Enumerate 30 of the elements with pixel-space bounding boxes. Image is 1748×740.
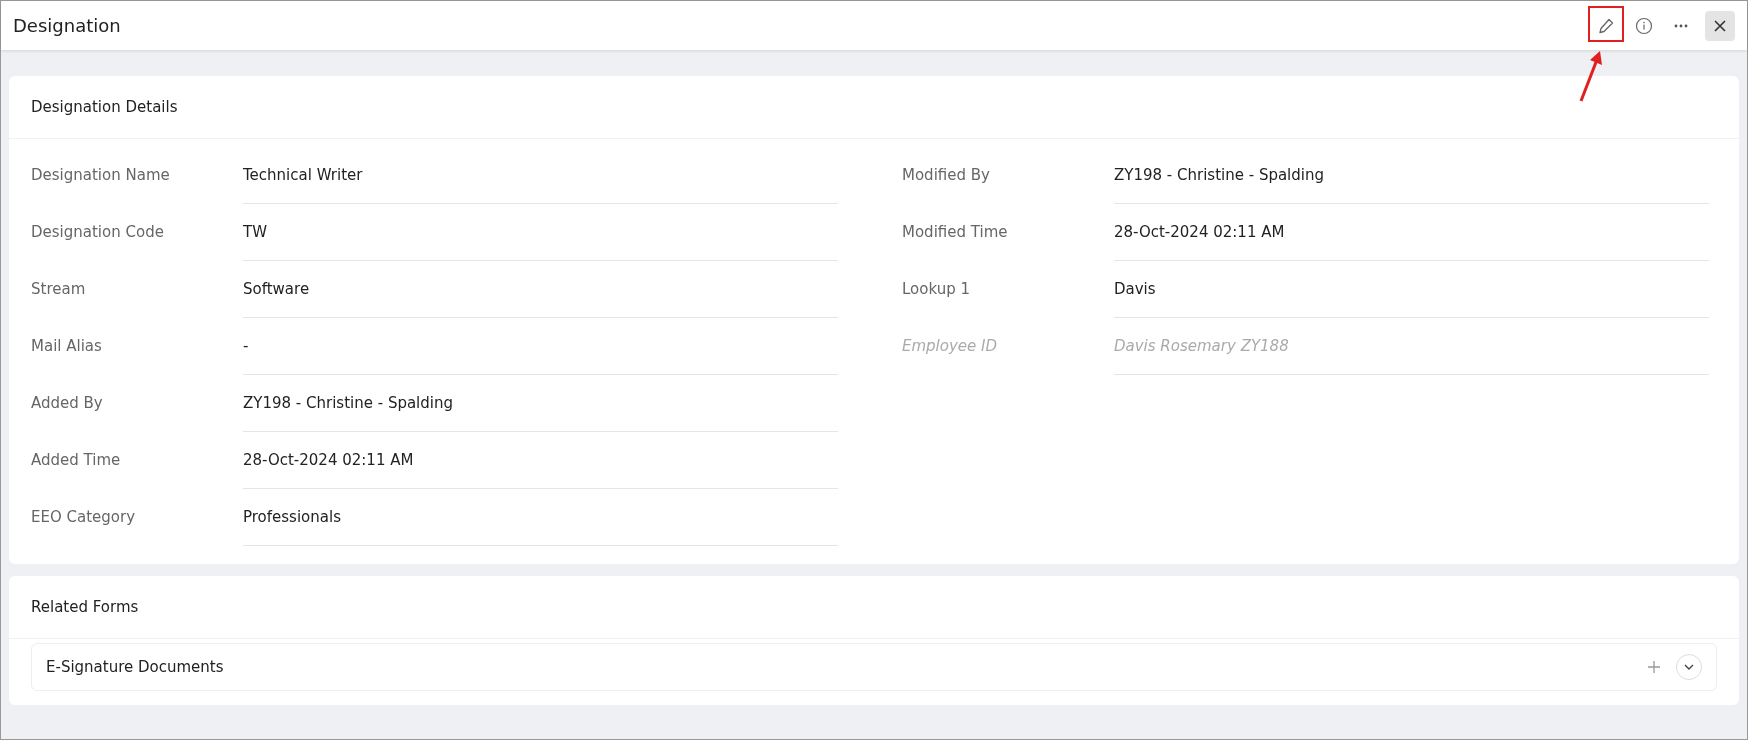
field-value: Technical Writer <box>243 147 838 204</box>
field-value: 28-Oct-2024 02:11 AM <box>243 432 838 489</box>
field-label: Stream <box>31 280 87 299</box>
field-value: Professionals <box>243 489 838 546</box>
close-button[interactable] <box>1705 10 1735 41</box>
field-label: Added Time <box>31 451 122 470</box>
field-label: Lookup 1 <box>902 280 971 299</box>
field-label: Mail Alias <box>31 337 103 356</box>
field-value: Davis <box>1114 261 1709 318</box>
field-label: Employee ID <box>902 337 999 356</box>
highlight-box <box>1588 6 1624 42</box>
field-label: Added By <box>31 394 104 413</box>
field-value: TW <box>243 204 838 261</box>
field-value: ZY198 - Christine - Spalding <box>1114 147 1709 204</box>
field-value: ZY198 - Christine - Spalding <box>243 375 838 432</box>
field-value: 28-Oct-2024 02:11 AM <box>1114 204 1709 261</box>
chevron-icon[interactable] <box>1684 664 1694 670</box>
field-value: Software <box>243 261 838 318</box>
field-label: Modified Time <box>902 223 1009 242</box>
section-title: Related Forms <box>9 576 1739 639</box>
field-label: EEO Category <box>31 508 137 527</box>
field-label: Designation Code <box>31 223 165 242</box>
close-icon[interactable] <box>1713 18 1727 33</box>
section-title: Designation Details <box>9 76 1739 139</box>
field-label: Designation Name <box>31 166 171 185</box>
field-value: Davis Rosemary ZY188 <box>1114 318 1709 375</box>
window-title: Designation <box>13 15 122 36</box>
field-label: Modified By <box>902 166 991 185</box>
field-value: - <box>243 318 838 375</box>
form-title: E-Signature Documents <box>46 658 225 676</box>
